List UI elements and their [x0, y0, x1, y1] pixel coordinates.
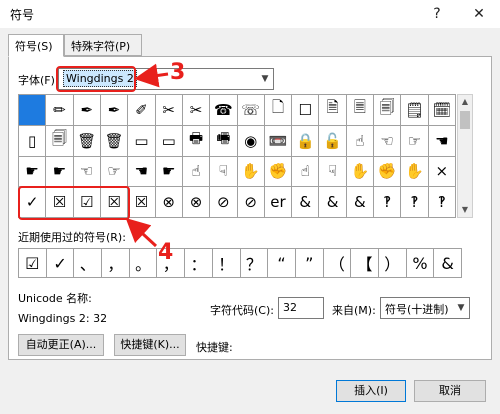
annotation-arrows: [125, 63, 169, 248]
tab-symbols[interactable]: 符号(S): [8, 34, 64, 57]
annotation-arrow-4: [125, 217, 158, 248]
annotation-arrow-3: [134, 63, 169, 88]
